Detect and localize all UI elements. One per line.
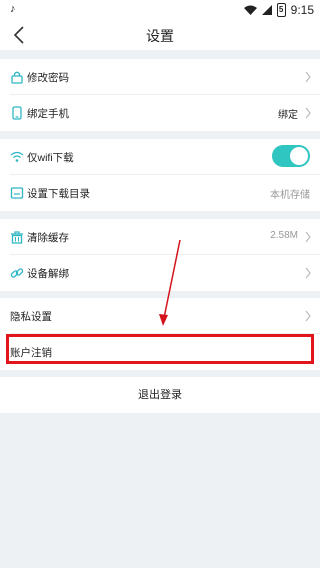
- account-security-group: 修改密码 绑定手机 绑定: [0, 59, 320, 131]
- chevron-right-icon: [305, 267, 311, 279]
- chevron-right-icon: [305, 107, 311, 119]
- tiktok-icon: ♪: [10, 3, 16, 15]
- row-label: 设置下载目录: [27, 188, 90, 200]
- status-time: 9:15: [290, 3, 314, 17]
- page-title: 设置: [146, 28, 174, 44]
- row-label: 隐私设置: [10, 311, 52, 323]
- settings-row-bind-phone[interactable]: 绑定手机 绑定: [0, 95, 320, 131]
- wifi-icon: [10, 151, 24, 162]
- settings-row-unbind-device[interactable]: 设备解绑: [0, 255, 320, 291]
- row-label: 仅wifi下载: [27, 152, 74, 164]
- link-icon: [10, 268, 24, 278]
- chevron-right-icon: [305, 71, 311, 83]
- row-value: 2.58M: [270, 230, 298, 241]
- settings-row-download-directory[interactable]: 设置下载目录 本机存储: [0, 175, 320, 211]
- phone-icon: [12, 106, 22, 120]
- row-label: 清除缓存: [27, 232, 69, 244]
- status-bar: ♪ 5 9:15: [0, 0, 320, 20]
- signal-icon: [261, 5, 272, 15]
- annotation-highlight-box: [6, 334, 314, 364]
- nav-bar: 设置: [0, 20, 320, 50]
- row-label: 修改密码: [27, 72, 69, 84]
- row-value: 本机存储: [270, 190, 310, 201]
- row-value: 绑定: [278, 110, 298, 121]
- wifi-status-icon: [243, 5, 257, 15]
- chevron-right-icon: [305, 310, 311, 322]
- download-settings-group: 仅wifi下载 设置下载目录 本机存储: [0, 139, 320, 211]
- trash-icon: [11, 231, 23, 244]
- battery-icon: 5: [276, 3, 286, 17]
- chevron-right-icon: [305, 231, 311, 243]
- row-label: 设备解绑: [27, 268, 69, 280]
- settings-row-privacy[interactable]: 隐私设置: [0, 298, 320, 334]
- wifi-only-toggle[interactable]: [272, 145, 310, 167]
- storage-device-group: 清除缓存 2.58M 设备解绑: [0, 219, 320, 291]
- toggle-knob: [290, 147, 308, 165]
- row-label: 绑定手机: [27, 108, 69, 120]
- lock-icon: [11, 71, 23, 84]
- settings-row-change-password[interactable]: 修改密码: [0, 59, 320, 95]
- logout-button[interactable]: 退出登录: [0, 377, 320, 413]
- settings-row-wifi-only: 仅wifi下载: [0, 139, 320, 175]
- folder-icon: [10, 187, 24, 199]
- settings-row-clear-cache[interactable]: 清除缓存 2.58M: [0, 219, 320, 255]
